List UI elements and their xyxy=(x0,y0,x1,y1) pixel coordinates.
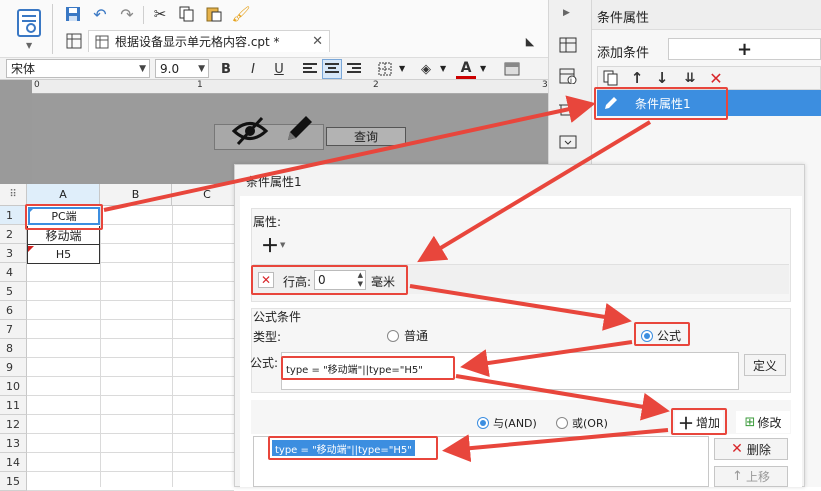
arrow-rowheight-to-formula xyxy=(409,284,632,331)
arrow-text-to-add xyxy=(455,374,670,421)
arrow-cell-to-condition xyxy=(103,95,596,212)
annotation-arrows xyxy=(103,95,670,463)
arrow-condition-to-rowheight xyxy=(417,120,652,263)
arrow-add-to-result xyxy=(442,428,669,463)
arrow-formula-to-text xyxy=(460,340,633,377)
